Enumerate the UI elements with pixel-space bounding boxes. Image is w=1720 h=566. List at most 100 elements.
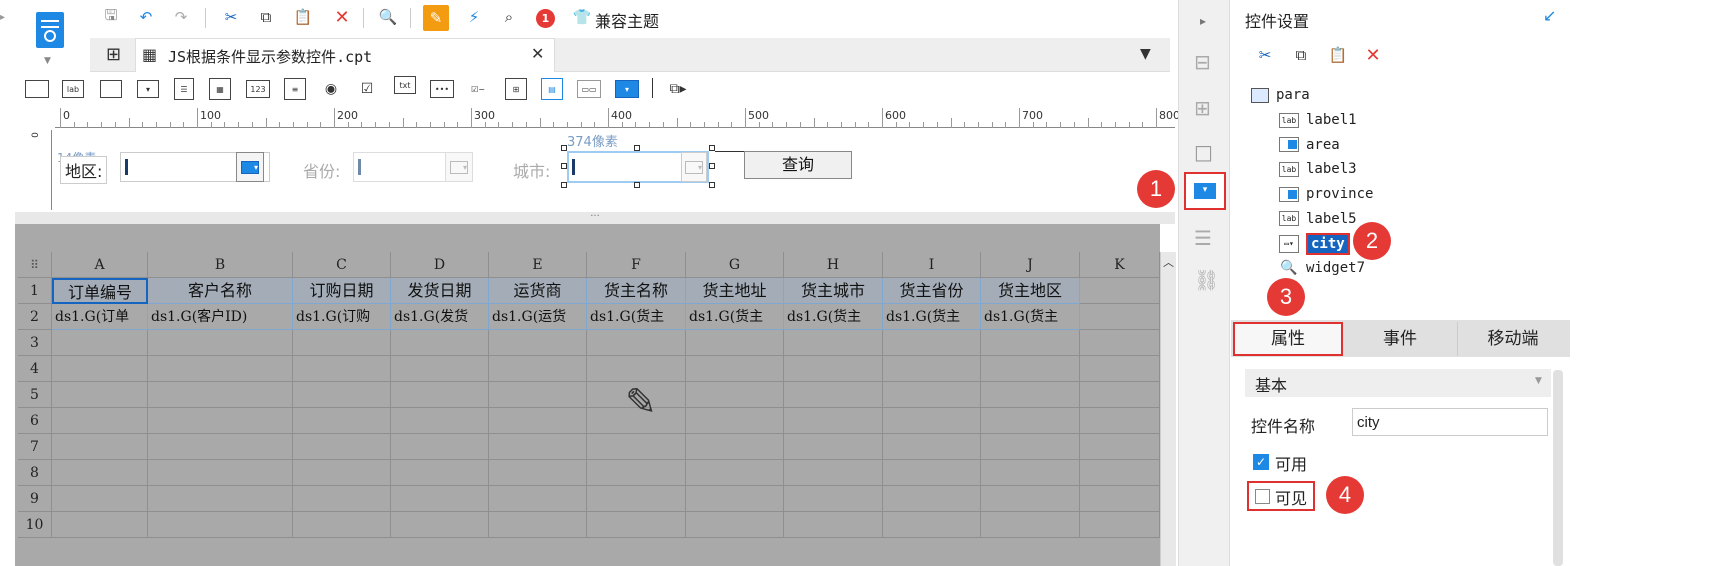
empty-cell[interactable] (391, 460, 489, 486)
empty-cell[interactable] (883, 356, 981, 382)
empty-cell[interactable] (981, 434, 1080, 460)
header-cell[interactable]: 发货日期 (391, 278, 489, 304)
empty-cell[interactable] (587, 356, 686, 382)
cell-element-icon[interactable]: ⊞ (1194, 96, 1211, 120)
empty-cell[interactable] (52, 434, 148, 460)
empty-cell[interactable] (293, 460, 391, 486)
tree-item-label5[interactable]: lab label5 (1279, 208, 1357, 230)
header-cell[interactable]: 客户名称 (148, 278, 293, 304)
tree-item-province[interactable]: province (1279, 183, 1373, 205)
resize-handle[interactable] (561, 145, 567, 151)
empty-cell[interactable] (391, 486, 489, 512)
data-cell[interactable]: ds1.G(运货 (489, 304, 587, 330)
tab-mobile[interactable]: 移动端 (1457, 322, 1568, 356)
copy-icon[interactable]: ⧉ (1290, 44, 1312, 66)
notification-badge[interactable]: 1 (536, 9, 555, 28)
empty-cell[interactable] (148, 486, 293, 512)
resize-handle[interactable] (561, 182, 567, 188)
widget-settings-button[interactable]: ▾ (1184, 172, 1226, 210)
text-field-widget[interactable] (100, 80, 122, 98)
empty-cell[interactable] (883, 512, 981, 538)
header-cell[interactable]: 订购日期 (293, 278, 391, 304)
enabled-checkbox[interactable]: ✓ (1253, 454, 1269, 470)
empty-cell[interactable] (148, 460, 293, 486)
section-collapse-icon[interactable]: ▼ (1535, 376, 1542, 386)
empty-cell[interactable] (391, 512, 489, 538)
password-widget[interactable]: ••• (430, 80, 454, 98)
row-header[interactable]: 2 (18, 304, 52, 330)
empty-cell[interactable] (784, 512, 883, 538)
visible-option-box[interactable]: 可见 (1247, 481, 1315, 511)
empty-cell[interactable] (52, 460, 148, 486)
empty-cell[interactable] (1080, 382, 1160, 408)
empty-cell[interactable] (148, 382, 293, 408)
empty-cell[interactable] (1080, 330, 1160, 356)
data-cell[interactable]: ds1.G(货主 (981, 304, 1080, 330)
column-header[interactable]: G (686, 252, 784, 278)
column-header[interactable]: F (587, 252, 686, 278)
dropdown-list-widget[interactable]: ☰ (174, 78, 194, 100)
copy-icon[interactable]: ⧉ (255, 6, 277, 28)
vertical-scrollbar[interactable]: ︿ (1160, 252, 1176, 566)
date-widget[interactable]: ▦ (209, 78, 231, 100)
select-all-corner[interactable]: ⠿ (18, 252, 52, 278)
empty-cell[interactable] (1080, 434, 1160, 460)
empty-cell[interactable] (981, 460, 1080, 486)
resize-handle[interactable] (634, 182, 640, 188)
empty-cell[interactable] (1080, 486, 1160, 512)
empty-cell[interactable] (489, 434, 587, 460)
empty-cell[interactable] (686, 512, 784, 538)
empty-cell[interactable] (587, 434, 686, 460)
empty-cell[interactable] (52, 356, 148, 382)
resize-handle[interactable] (709, 182, 715, 188)
empty-cell[interactable] (587, 486, 686, 512)
close-tab-icon[interactable]: ✕ (531, 44, 544, 63)
header-cell[interactable]: 订单编号 (52, 278, 148, 304)
empty-cell[interactable] (1080, 512, 1160, 538)
empty-cell[interactable] (148, 512, 293, 538)
grid-view-icon[interactable]: ⊞ (106, 44, 121, 65)
column-header[interactable]: J (981, 252, 1080, 278)
empty-cell[interactable] (686, 434, 784, 460)
logo-dropdown-icon[interactable]: ▼ (44, 56, 56, 66)
section-header[interactable]: 基本 ▼ (1245, 369, 1551, 397)
property-scrollbar[interactable] (1553, 370, 1563, 566)
empty-cell[interactable] (1080, 278, 1160, 304)
empty-cell[interactable] (686, 356, 784, 382)
data-cell[interactable]: ds1.G(客户ID) (148, 304, 293, 330)
widget-button-widget[interactable] (25, 80, 49, 98)
empty-cell[interactable] (981, 356, 1080, 382)
empty-cell[interactable] (686, 408, 784, 434)
empty-cell[interactable] (489, 460, 587, 486)
undo-icon[interactable]: ↶ (135, 6, 157, 28)
empty-cell[interactable] (148, 408, 293, 434)
data-cell[interactable]: ds1.G(货主 (784, 304, 883, 330)
panel-pin-icon[interactable]: ↙ (1543, 6, 1556, 25)
data-cell[interactable]: ds1.G(发货 (391, 304, 489, 330)
column-header[interactable]: I (883, 252, 981, 278)
delete-icon[interactable]: ✕ (1362, 44, 1384, 66)
empty-cell[interactable] (489, 486, 587, 512)
area-combo-button[interactable]: ▾ (236, 152, 264, 182)
more-widgets-icon[interactable]: ⧉▸ (667, 78, 689, 100)
row-header[interactable]: 4 (18, 356, 52, 382)
header-cell[interactable]: 运货商 (489, 278, 587, 304)
data-cell[interactable]: ds1.G(订购 (293, 304, 391, 330)
empty-cell[interactable] (784, 356, 883, 382)
empty-cell[interactable] (293, 408, 391, 434)
empty-cell[interactable] (883, 330, 981, 356)
header-cell[interactable]: 货主地址 (686, 278, 784, 304)
empty-cell[interactable] (1080, 408, 1160, 434)
empty-cell[interactable] (981, 486, 1080, 512)
column-header[interactable]: H (784, 252, 883, 278)
expand-panel-icon[interactable]: ▸ (1200, 14, 1206, 28)
float-element-icon[interactable]: □ (1194, 140, 1213, 164)
table-tree-widget[interactable]: ▤ (541, 78, 563, 100)
tree-item-label3[interactable]: lab label3 (1279, 158, 1357, 180)
tree-item-label1[interactable]: lab label1 (1279, 109, 1357, 131)
empty-cell[interactable] (489, 330, 587, 356)
empty-cell[interactable] (981, 512, 1080, 538)
textarea-widget[interactable]: ≡ (284, 78, 306, 100)
cut-icon[interactable]: ✂ (1254, 44, 1276, 66)
column-header[interactable]: K (1080, 252, 1160, 278)
